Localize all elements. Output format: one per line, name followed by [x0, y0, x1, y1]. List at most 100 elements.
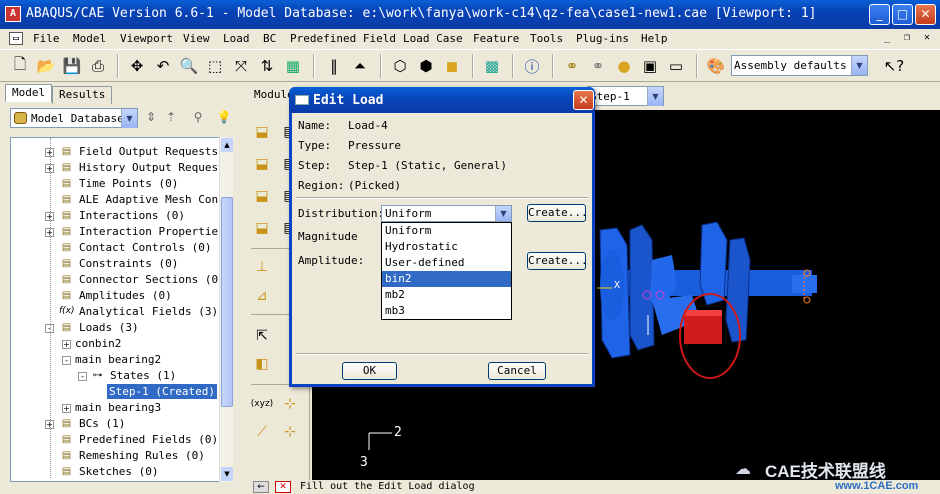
menu-load[interactable]: Load — [223, 32, 250, 45]
distribution-select[interactable]: Uniform ▼ — [381, 205, 512, 222]
ok-button[interactable]: OK — [342, 362, 397, 380]
box-zoom-icon[interactable]: ⬚ — [204, 55, 226, 77]
zoom-icon[interactable]: 🔍 — [178, 55, 200, 77]
expand-icon[interactable]: + — [62, 404, 71, 413]
menu-tools[interactable]: Tools — [530, 32, 563, 45]
chevron-down-icon[interactable]: ▼ — [851, 56, 867, 75]
tree-node[interactable]: ▤ Remeshing Rules (0) — [11, 448, 221, 464]
new-file-icon[interactable]: 🗋 — [9, 55, 31, 77]
cancel-icon[interactable]: ✕ — [275, 481, 291, 493]
mdi-minimize-icon[interactable]: _ — [880, 32, 894, 45]
tree-node[interactable]: ▤ Connector Sections (0) — [11, 272, 225, 288]
tree-node[interactable]: + main bearing3 — [11, 400, 221, 416]
distribution-option[interactable]: User-defined — [382, 255, 511, 271]
datum-csys-icon[interactable]: (xyz) — [250, 392, 274, 416]
tree-node[interactable]: + ▤ Field Output Requests ( — [11, 144, 231, 160]
menu-predefined-field[interactable]: Predefined Field — [290, 32, 396, 45]
tree-node[interactable]: - main bearing2 — [11, 352, 221, 368]
rotate-icon[interactable]: ↶ — [152, 55, 174, 77]
collapse-icon[interactable]: - — [62, 356, 71, 365]
view-manager-icon[interactable]: ▣ — [639, 55, 661, 77]
tree-node[interactable]: - ▤ Loads (3) — [11, 320, 221, 336]
cycle-view-icon[interactable]: ⇅ — [256, 55, 278, 77]
context-help-icon[interactable]: ↖? — [883, 55, 905, 77]
query-info-icon[interactable]: ⓘ — [521, 55, 543, 77]
menu-file[interactable]: File — [33, 32, 60, 45]
tree-node[interactable]: + ▤ History Output Requests — [11, 160, 231, 176]
collapse-icon[interactable]: - — [78, 372, 87, 381]
tree-node[interactable]: f(x) Analytical Fields (3) — [11, 304, 221, 320]
tree-node[interactable]: ▤ Amplitudes (0) — [11, 288, 221, 304]
create-analytical-field-icon[interactable]: ⊿ — [250, 284, 274, 308]
distribution-option[interactable]: Hydrostatic — [382, 239, 511, 255]
create-distribution-button[interactable]: Create... — [527, 204, 588, 222]
mdi-close-icon[interactable]: ✕ — [920, 32, 934, 45]
tree-node[interactable]: ▤ Annotations (0) — [11, 480, 221, 481]
tree-node[interactable]: ▤ Time Points (0) — [11, 176, 221, 192]
menu-viewport[interactable]: Viewport — [120, 32, 173, 45]
filter-icon[interactable]: ⚲ — [190, 110, 206, 126]
close-button[interactable]: ✕ — [915, 4, 936, 25]
lightbulb-icon[interactable]: 💡 — [216, 110, 232, 126]
tab-results[interactable]: Results — [52, 86, 113, 104]
pan-icon[interactable]: ✥ — [126, 55, 148, 77]
create-load-case-icon[interactable]: ⬓ — [250, 216, 274, 240]
mesh-cube-icon[interactable]: ▩ — [481, 55, 503, 77]
distribution-option[interactable]: mb3 — [382, 303, 511, 319]
distribution-option[interactable]: mb2 — [382, 287, 511, 303]
doc-icon[interactable]: ▭ — [9, 32, 23, 45]
menu-view[interactable]: View — [183, 32, 210, 45]
scroll-up-icon[interactable]: ▲ — [221, 138, 233, 152]
tree-node[interactable]: ▤ Sketches (0) — [11, 464, 221, 480]
tree-node[interactable]: + ▤ BCs (1) — [11, 416, 221, 432]
parallel-icon[interactable]: ‖ — [323, 55, 345, 77]
menu-bc[interactable]: BC — [263, 32, 276, 45]
perspective-icon[interactable]: ⏶ — [349, 55, 371, 77]
tree-node[interactable]: ▤ Constraints (0) — [11, 256, 221, 272]
query-icon[interactable]: ⇱ — [250, 324, 274, 348]
hidden-line-icon[interactable]: ⬢ — [415, 55, 437, 77]
open-folder-icon[interactable]: 📂 — [35, 55, 57, 77]
datum-axis-icon[interactable]: ⟋ — [250, 420, 274, 444]
create-field-icon[interactable]: ⬓ — [250, 184, 274, 208]
cancel-button[interactable]: Cancel — [488, 362, 546, 380]
color-palette-icon[interactable]: 🎨 — [705, 55, 727, 77]
partition-icon[interactable]: ◧ — [250, 352, 274, 376]
table-icon[interactable]: ▦ — [282, 55, 304, 77]
tree-node[interactable]: + conbin2 — [11, 336, 221, 352]
add-group-icon[interactable]: ● — [613, 55, 635, 77]
dialog-title-bar[interactable]: Edit Load — [289, 87, 595, 113]
model-database-select[interactable]: Model Database ▼ — [10, 108, 138, 128]
menu-model[interactable]: Model — [73, 32, 106, 45]
auto-fit-icon[interactable]: ⤧ — [230, 55, 252, 77]
back-arrow-icon[interactable]: ← — [253, 481, 269, 493]
shaded-icon[interactable]: ◼ — [441, 55, 463, 77]
tree-node[interactable]: + ▤ Interaction Properties — [11, 224, 225, 240]
tab-model[interactable]: Model — [5, 84, 53, 102]
folder-up-icon[interactable]: ⇡ — [163, 110, 179, 126]
step-select[interactable]: Step-1 ▼ — [587, 86, 664, 106]
menu-plug-ins[interactable]: Plug-ins — [576, 32, 629, 45]
tree-scrollbar[interactable]: ▲ ▼ — [219, 137, 233, 482]
save-icon[interactable]: 💾 — [61, 55, 83, 77]
up-down-arrows-icon[interactable]: ⇕ — [143, 110, 159, 126]
create-amplitude-icon[interactable]: ⊥ — [250, 255, 274, 279]
chevron-down-icon[interactable]: ▼ — [121, 109, 137, 128]
replace-group-icon[interactable]: ⚭ — [587, 55, 609, 77]
print-icon[interactable]: ⎙ — [87, 55, 109, 77]
tree-node[interactable]: + ▤ Interactions (0) — [11, 208, 221, 224]
tree-node[interactable]: ▤ Contact Controls (0) — [11, 240, 221, 256]
mdi-restore-icon[interactable]: ❐ — [900, 32, 914, 45]
chevron-down-icon[interactable]: ▼ — [647, 87, 663, 106]
create-bc-icon[interactable]: ⬓ — [250, 152, 274, 176]
menu-load-case[interactable]: Load Case — [403, 32, 463, 45]
tree-node[interactable]: Step-1 (Created) — [11, 384, 221, 400]
distribution-option[interactable]: Uniform — [382, 223, 511, 239]
wireframe-icon[interactable]: ⬡ — [389, 55, 411, 77]
create-amplitude-button[interactable]: Create... — [527, 252, 588, 270]
display-options-icon[interactable]: ▭ — [665, 55, 687, 77]
expand-icon[interactable]: + — [62, 340, 71, 349]
scroll-thumb[interactable] — [221, 197, 233, 407]
assembly-defaults-select[interactable]: Assembly defaults ▼ — [731, 55, 868, 76]
datum-plane-icon[interactable]: ⊹ — [278, 420, 302, 444]
